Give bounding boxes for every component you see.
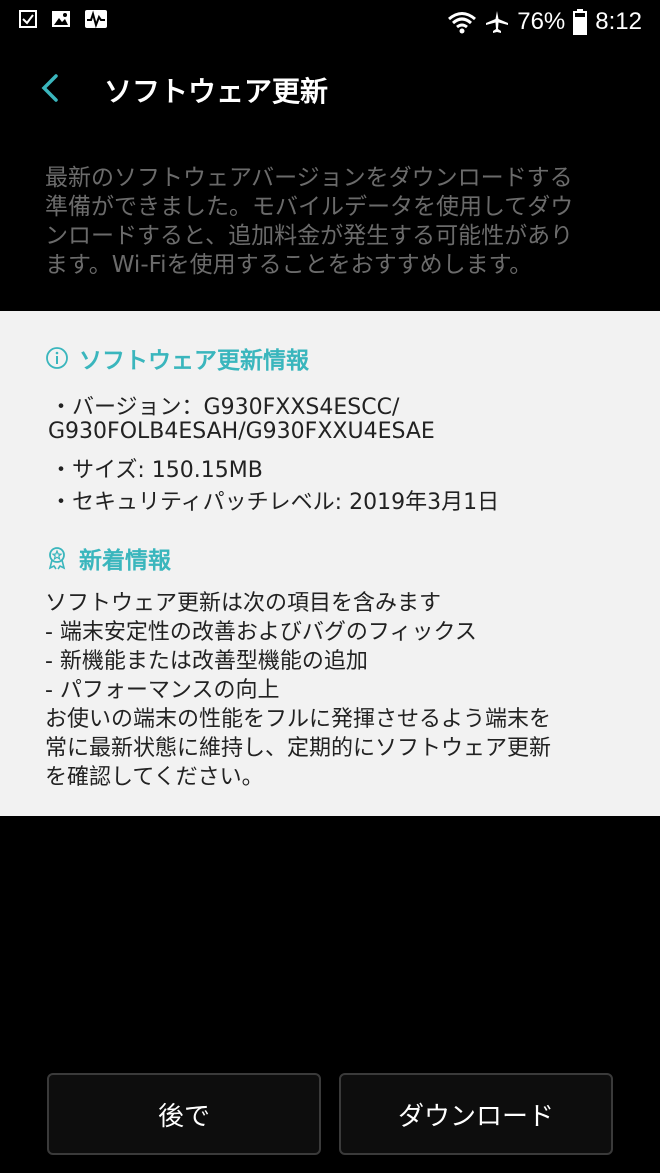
activity-icon	[85, 10, 107, 29]
task-icon	[19, 10, 37, 28]
release-note-line: - 新機能または改善型機能の追加	[45, 649, 368, 674]
wifi-icon	[448, 12, 477, 34]
release-notes: ソフトウェア更新は次の項目を含みます - 端末安定性の改善およびバグのフィックス…	[45, 589, 625, 792]
download-button[interactable]: ダウンロード	[339, 1073, 613, 1155]
award-icon	[48, 547, 66, 570]
release-note-line: お使いの端末の性能をフルに発揮させるよう端末を	[45, 707, 552, 732]
chevron-left-icon	[41, 74, 58, 102]
battery-icon	[573, 9, 588, 35]
status-bar: 76% 8:12	[0, 0, 660, 44]
release-note-line: ソフトウェア更新は次の項目を含みます	[45, 591, 442, 616]
description-line: 最新のソフトウェアバージョンをダウンロードする	[45, 165, 573, 191]
battery-percent: 76%	[517, 8, 566, 35]
whats-new-heading: 新着情報	[45, 541, 171, 575]
size-line: ・サイズ: 150.15MB	[50, 458, 263, 483]
notification-icons	[18, 9, 108, 29]
update-info-panel: ソフトウェア更新情報 ・バージョン：G930FXXS4ESCC/ G930FOL…	[0, 311, 660, 816]
system-status: 76% 8:12	[447, 4, 642, 40]
security-patch-line: ・セキュリティパッチレベル: 2019年3月1日	[50, 490, 500, 515]
image-icon	[52, 11, 70, 27]
release-note-line: - パフォーマンスの向上	[45, 678, 280, 703]
info-icon	[46, 347, 68, 369]
release-note-line: 常に最新状態に維持し、定期的にソフトウェア更新	[45, 736, 552, 761]
clock: 8:12	[595, 8, 642, 35]
page-title: ソフトウェア更新	[104, 75, 329, 108]
later-button[interactable]: 後で	[47, 1073, 321, 1155]
back-button[interactable]	[30, 66, 74, 110]
release-note-line: - 端末安定性の改善およびバグのフィックス	[45, 620, 477, 645]
info-section-heading: ソフトウェア更新情報	[45, 341, 309, 375]
release-note-line: を確認してください。	[45, 765, 264, 790]
whats-new-heading-text: 新着情報	[79, 548, 171, 574]
airplane-icon	[486, 11, 509, 33]
description-line: 準備ができました。モバイルデータを使用してダウ	[45, 194, 574, 220]
description-line: ンロードすると、追加料金が発生する可能性があり	[45, 223, 574, 249]
version-line-continued: G930FOLB4ESAH/G930FXXU4ESAE	[48, 419, 435, 444]
info-heading-text: ソフトウェア更新情報	[79, 348, 309, 374]
version-line: ・バージョン：G930FXXS4ESCC/	[50, 395, 400, 420]
update-description: 最新のソフトウェアバージョンをダウンロードする 準備ができました。モバイルデータ…	[45, 164, 620, 280]
description-line: ます。Wi-Fiを使用することをおすすめします。	[45, 252, 533, 278]
app-bar: ソフトウェア更新	[0, 44, 660, 134]
